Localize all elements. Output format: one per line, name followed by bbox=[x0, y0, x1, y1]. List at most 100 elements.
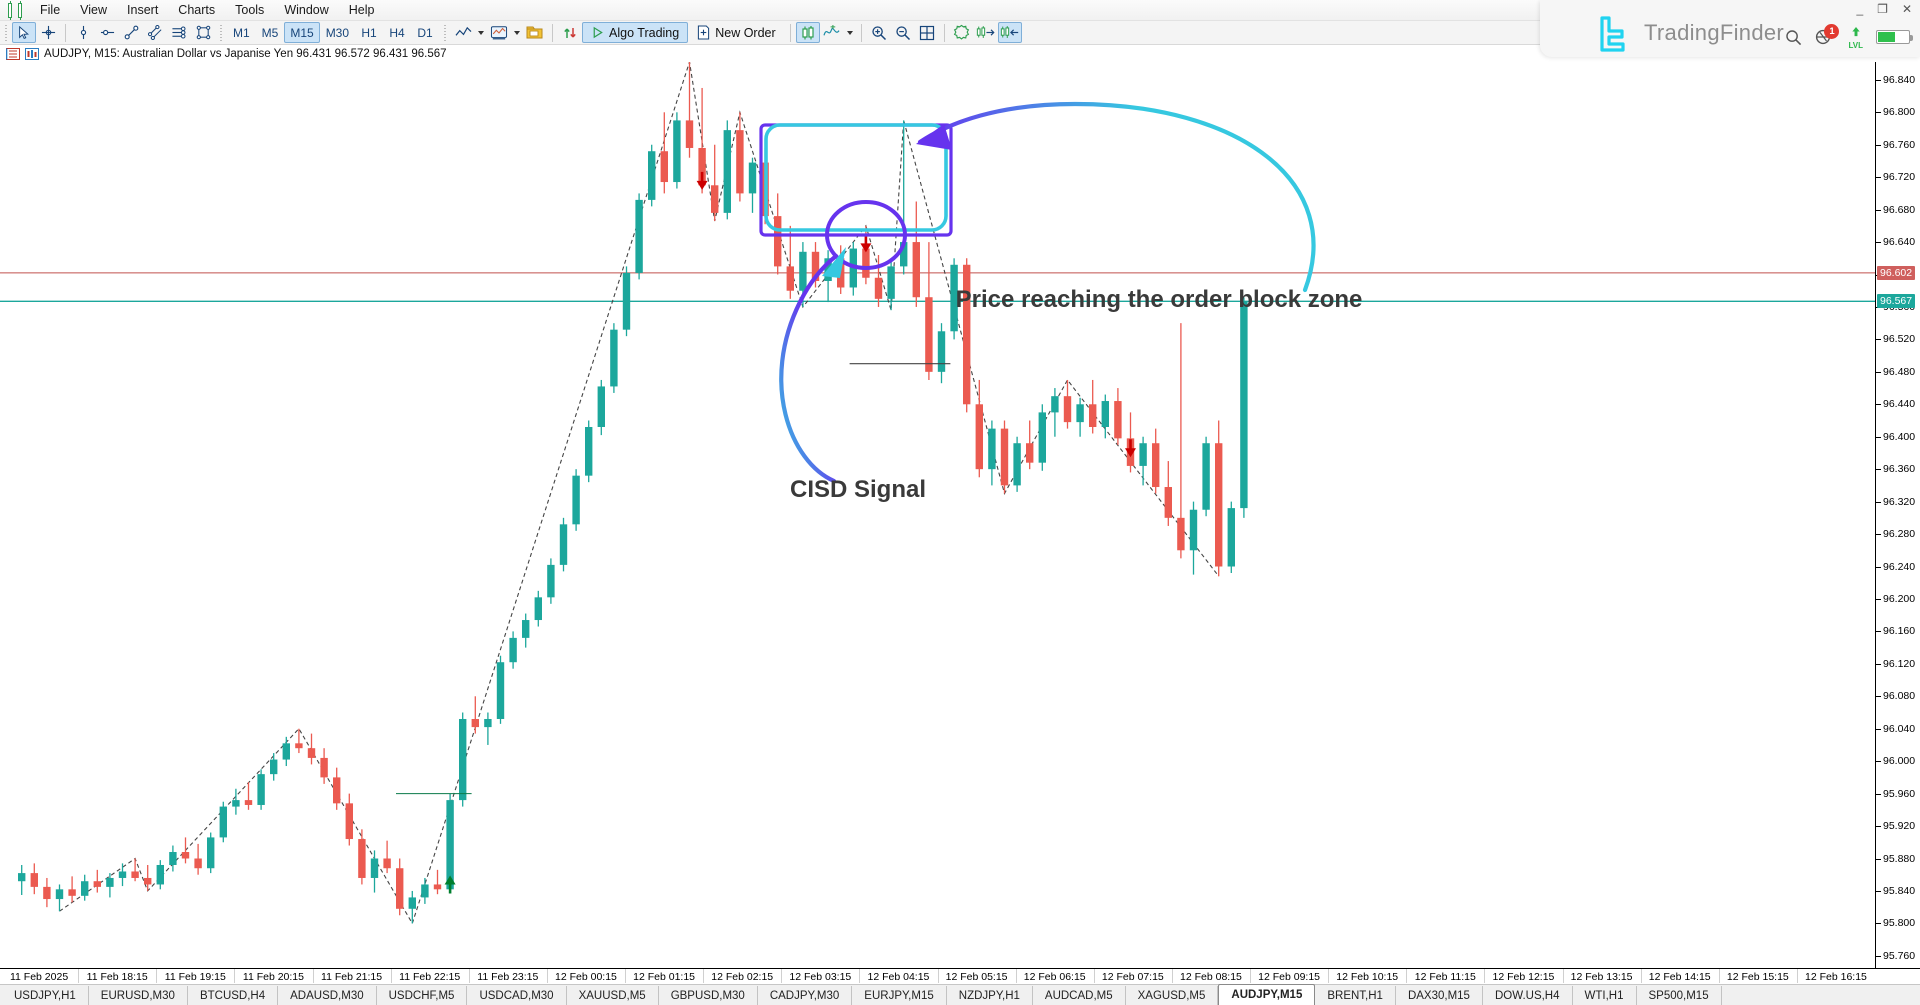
new-order-button[interactable]: New Order bbox=[688, 22, 784, 43]
timeframe-m1[interactable]: M1 bbox=[227, 22, 256, 43]
trendline-icon[interactable] bbox=[119, 22, 143, 43]
candle bbox=[496, 655, 505, 724]
data-window-icon[interactable] bbox=[6, 48, 20, 60]
chart-tab-nzdjpy-h1[interactable]: NZDJPY,H1 bbox=[947, 986, 1033, 1005]
toolbar-separator-3 bbox=[789, 23, 791, 42]
vertical-line-icon[interactable] bbox=[71, 22, 95, 43]
chart-tab-usdcad-m30[interactable]: USDCAD,M30 bbox=[467, 986, 567, 1005]
notifications-icon[interactable]: 1 bbox=[1815, 24, 1840, 46]
sell-marker-icon bbox=[860, 234, 872, 253]
line-chart-icon[interactable] bbox=[451, 22, 475, 43]
chart-tab-audcad-m5[interactable]: AUDCAD,M5 bbox=[1033, 986, 1126, 1005]
menu-window[interactable]: Window bbox=[274, 0, 338, 20]
chart-tab-eurusd-m30[interactable]: EURUSD,M30 bbox=[89, 986, 188, 1005]
price-tick bbox=[1876, 826, 1881, 828]
chart-tab-sp500-m15[interactable]: SP500,M15 bbox=[1637, 986, 1722, 1005]
menu-tools[interactable]: Tools bbox=[225, 0, 274, 20]
timeframe-m30[interactable]: M30 bbox=[320, 22, 355, 43]
candle bbox=[748, 157, 757, 213]
toolbar-grip[interactable] bbox=[3, 22, 10, 43]
indicator-list-chevron-down-icon[interactable] bbox=[844, 22, 856, 43]
indicator-list-icon[interactable] bbox=[820, 22, 844, 43]
fibonacci-icon[interactable] bbox=[167, 22, 191, 43]
chart-tab-btcusd-h4[interactable]: BTCUSD,H4 bbox=[188, 986, 279, 1005]
timeframe-h1[interactable]: H1 bbox=[355, 22, 383, 43]
cursor-icon[interactable] bbox=[12, 22, 36, 43]
metatrader-window: File View Insert Charts Tools Window Help bbox=[0, 0, 1920, 1005]
indicators-chevron-down-icon[interactable] bbox=[511, 22, 523, 43]
close-button[interactable]: ✕ bbox=[1902, 2, 1912, 16]
tile-windows-icon[interactable] bbox=[915, 22, 939, 43]
annotation-order-block: Price reaching the order block zone bbox=[955, 286, 1363, 313]
price-axis[interactable]: 96.840 96.800 96.760 96.720 96.680 96.640 96.6… bbox=[1875, 62, 1920, 968]
search-icon[interactable] bbox=[1785, 29, 1802, 46]
timeframe-h4[interactable]: H4 bbox=[383, 22, 411, 43]
chart-tab-cadjpy-m30[interactable]: CADJPY,M30 bbox=[758, 986, 853, 1005]
chart-tab-wti-h1[interactable]: WTI,H1 bbox=[1573, 986, 1637, 1005]
price-chart[interactable]: Price reaching the order block zone CISD … bbox=[0, 62, 1875, 968]
zoom-out-icon[interactable] bbox=[891, 22, 915, 43]
chart-tab-usdchf-m5[interactable]: USDCHF,M5 bbox=[377, 986, 468, 1005]
price-axis-label: 96.040 bbox=[1883, 722, 1916, 735]
shift-right-icon[interactable] bbox=[974, 22, 998, 43]
menu-help[interactable]: Help bbox=[339, 0, 385, 20]
chart-tab-dax30-m15[interactable]: DAX30,M15 bbox=[1396, 986, 1483, 1005]
time-axis-divider bbox=[1328, 969, 1330, 983]
chart-tab-xagusd-m5[interactable]: XAGUSD,M5 bbox=[1126, 986, 1219, 1005]
candle bbox=[282, 736, 290, 767]
maximize-button[interactable]: ❐ bbox=[1877, 2, 1888, 16]
crosshair-icon[interactable] bbox=[36, 22, 60, 43]
chart-tab-brent-h1[interactable]: BRENT,H1 bbox=[1315, 986, 1396, 1005]
timeframe-d1[interactable]: D1 bbox=[411, 22, 439, 43]
equidistant-channel-icon[interactable] bbox=[143, 22, 167, 43]
minimize-button[interactable]: _ bbox=[1856, 2, 1863, 16]
chart-tab-dow-us-h4[interactable]: DOW.US,H4 bbox=[1483, 986, 1573, 1005]
chart-tab-audjpy-m15[interactable]: AUDJPY,M15 bbox=[1218, 984, 1316, 1005]
candle bbox=[459, 712, 467, 807]
candle bbox=[257, 769, 265, 810]
candle bbox=[610, 323, 618, 393]
time-axis-label: 12 Feb 07:15 bbox=[1101, 971, 1164, 983]
chart-tab-adausd-m30[interactable]: ADAUSD,M30 bbox=[278, 986, 377, 1005]
candle bbox=[937, 323, 946, 384]
candle bbox=[1063, 379, 1072, 429]
chart-tab-eurjpy-m15[interactable]: EURJPY,M15 bbox=[852, 986, 947, 1005]
menu-view[interactable]: View bbox=[70, 0, 117, 20]
chart-mini-icon[interactable] bbox=[25, 48, 39, 60]
toolbar-grip-3[interactable] bbox=[442, 22, 450, 43]
chart-type-chevron-down-icon[interactable] bbox=[475, 22, 487, 43]
autoscroll-icon[interactable] bbox=[558, 22, 582, 43]
menu-file[interactable]: File bbox=[30, 0, 70, 20]
algo-trading-label: Algo Trading bbox=[609, 25, 680, 40]
battery-icon bbox=[1876, 30, 1913, 44]
templates-icon[interactable] bbox=[523, 22, 547, 43]
horizontal-line-icon[interactable] bbox=[95, 22, 119, 43]
algo-trading-button[interactable]: Algo Trading bbox=[582, 22, 689, 43]
price-tick bbox=[1876, 728, 1881, 730]
candlestick-icon[interactable] bbox=[795, 22, 820, 43]
chart-tab-gbpusd-m30[interactable]: GBPUSD,M30 bbox=[659, 986, 758, 1005]
shift-left-icon[interactable] bbox=[997, 22, 1022, 43]
time-axis-divider bbox=[1484, 969, 1486, 983]
shapes-icon[interactable] bbox=[191, 22, 215, 43]
time-axis-label: 11 Feb 2025 bbox=[9, 971, 69, 983]
toolbar-grip-2[interactable] bbox=[218, 22, 225, 43]
candle bbox=[118, 863, 127, 887]
expert-advisor-icon[interactable] bbox=[950, 22, 974, 43]
zoom-in-icon[interactable] bbox=[867, 22, 891, 43]
time-axis-label: 12 Feb 15:15 bbox=[1726, 971, 1789, 983]
menu-insert[interactable]: Insert bbox=[117, 0, 168, 20]
time-axis-divider bbox=[234, 969, 236, 983]
indicators-icon[interactable] bbox=[487, 22, 511, 43]
chart-tab-xauusd-m5[interactable]: XAUUSD,M5 bbox=[567, 986, 659, 1005]
time-axis-divider bbox=[703, 969, 705, 983]
candlestick-svg bbox=[0, 62, 1875, 925]
time-axis-divider bbox=[1015, 969, 1017, 983]
timeframe-m5[interactable]: M5 bbox=[256, 22, 285, 43]
chart-tab-usdjpy-h1[interactable]: USDJPY,H1 bbox=[2, 986, 89, 1005]
time-axis-label: 12 Feb 16:15 bbox=[1804, 971, 1867, 983]
menu-charts[interactable]: Charts bbox=[168, 0, 225, 20]
price-axis-label: 96.320 bbox=[1883, 495, 1916, 508]
timeframe-m15[interactable]: M15 bbox=[284, 22, 320, 43]
price-tick bbox=[1876, 339, 1881, 341]
